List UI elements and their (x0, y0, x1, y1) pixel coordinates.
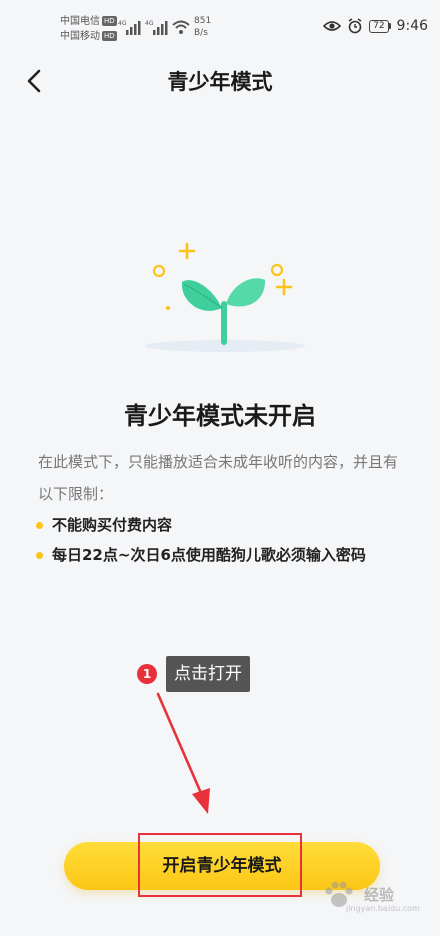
carrier-info: 中国电信 HD 中国移动 HD (60, 14, 117, 44)
mode-status-heading: 青少年模式未开启 (124, 402, 316, 430)
hd-badge: HD (102, 16, 117, 26)
page-title: 青少年模式 (167, 70, 273, 94)
signal-icon: 4G (145, 20, 168, 35)
bullet-dot (36, 552, 43, 559)
watermark: 经验 jingyan.baidu.com (322, 880, 420, 920)
speed-value: 851 (194, 16, 212, 26)
net-type-label: 4G (118, 20, 127, 27)
watermark-text: 经验 (364, 886, 395, 904)
mode-description: 在此模式下，只能播放适合未成年收听的内容，并且有以下限制： (38, 453, 399, 503)
annotation-tooltip: 点击打开 (166, 656, 250, 692)
speed-unit: B/s (194, 28, 208, 38)
nav-header: 青少年模式 (0, 56, 440, 104)
status-bar: 中国电信 HD 中国移动 HD 4G 4G 851 B/s 72 9:46 (0, 0, 440, 48)
carrier-1-label: 中国电信 (60, 16, 100, 27)
hd-badge: HD (102, 31, 117, 41)
wifi-icon (172, 20, 190, 34)
signal-icon: 4G (118, 20, 141, 35)
bullet-dot (36, 522, 43, 529)
highlight-box (138, 833, 302, 897)
restriction-list: 不能购买付费内容 每日22点~次日6点使用酷狗儿歌必须输入密码 (36, 510, 366, 570)
watermark-url: jingyan.baidu.com (346, 904, 420, 913)
clock-time: 9:46 (396, 18, 428, 34)
network-speed: 851 B/s (194, 15, 211, 39)
restriction-text: 不能购买付费内容 (52, 516, 173, 534)
status-right: 72 9:46 (323, 16, 428, 36)
eye-icon (323, 21, 342, 31)
list-item: 不能购买付费内容 (36, 510, 366, 540)
net-type-label: 4G (145, 20, 154, 27)
list-item: 每日22点~次日6点使用酷狗儿歌必须输入密码 (36, 540, 366, 570)
restriction-text: 每日22点~次日6点使用酷狗儿歌必须输入密码 (52, 546, 366, 564)
battery-icon: 72 (369, 19, 391, 33)
annotation-arrow-icon (156, 692, 210, 814)
sprout-illustration (145, 242, 305, 352)
alarm-icon (348, 18, 362, 34)
screen: 中国电信 HD 中国移动 HD 4G 4G 851 B/s 72 9:46 青少… (0, 0, 440, 936)
battery-level: 72 (369, 19, 389, 33)
step-number-badge: 1 (137, 664, 157, 684)
carrier-2-label: 中国移动 (60, 31, 100, 42)
